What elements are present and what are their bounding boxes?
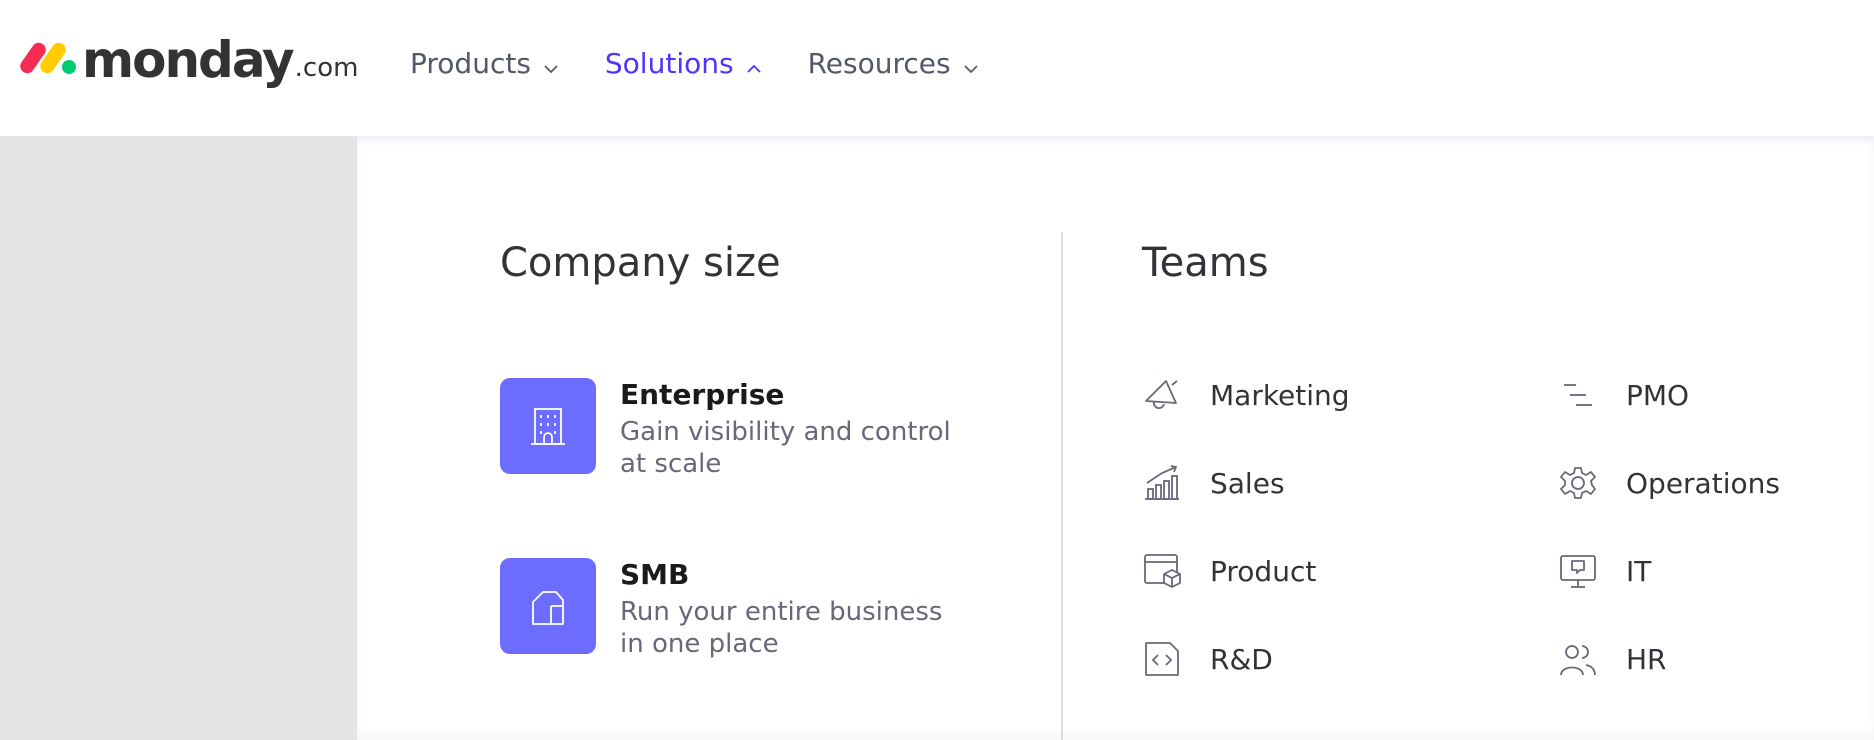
lines-icon	[1558, 375, 1598, 415]
team-label-product: Product	[1210, 554, 1317, 588]
enterprise-card[interactable]: Enterprise Gain visibility and control a…	[500, 378, 960, 480]
smb-text: SMB Run your entire business in one plac…	[620, 558, 960, 660]
team-label-hr: HR	[1626, 642, 1667, 676]
chevron-up-icon	[744, 53, 764, 73]
nav-products-label: Products	[410, 46, 531, 80]
smb-description: Run your entire business in one place	[620, 597, 943, 659]
logo-wordmark: monday	[82, 31, 295, 89]
team-item-sales[interactable]: Sales	[1142, 463, 1285, 503]
nav-solutions-label: Solutions	[604, 46, 734, 80]
smb-title: SMB	[620, 558, 690, 591]
enterprise-title: Enterprise	[620, 378, 785, 411]
chevron-down-icon	[541, 53, 561, 74]
enterprise-text: Enterprise Gain visibility and control a…	[620, 378, 960, 480]
monday-logo[interactable]: monday .com	[17, 30, 359, 90]
page-backdrop	[0, 136, 357, 740]
monitor-icon	[1558, 551, 1598, 591]
nav-products[interactable]: Products	[410, 42, 561, 84]
monday-logo-mark-icon	[17, 38, 76, 78]
team-item-product[interactable]: Product	[1142, 551, 1316, 591]
nav-solutions[interactable]: Solutions	[605, 42, 764, 84]
team-item-hr[interactable]: HR	[1558, 639, 1667, 679]
team-label-sales: Sales	[1210, 466, 1285, 500]
team-label-rnd: R&D	[1210, 642, 1273, 676]
team-label-marketing: Marketing	[1210, 378, 1350, 412]
house-icon	[500, 558, 596, 654]
megaphone-icon	[1142, 375, 1182, 415]
people-icon	[1558, 639, 1598, 679]
main-nav: Products Solutions Resources	[410, 42, 1025, 84]
panel-shadow	[357, 136, 1874, 146]
code-file-icon	[1142, 639, 1182, 679]
top-header: monday .com Products Solutions Resources	[0, 0, 1874, 136]
growth-chart-icon	[1142, 463, 1182, 503]
team-label-it: IT	[1626, 554, 1652, 588]
team-item-marketing[interactable]: Marketing	[1142, 375, 1350, 415]
building-icon	[500, 378, 596, 474]
smb-card[interactable]: SMB Run your entire business in one plac…	[500, 558, 960, 660]
team-label-operations: Operations	[1626, 466, 1780, 500]
enterprise-description: Gain visibility and control at scale	[620, 417, 951, 479]
team-item-rnd[interactable]: R&D	[1142, 639, 1273, 679]
team-label-pmo: PMO	[1626, 378, 1690, 412]
nav-resources[interactable]: Resources	[808, 42, 981, 84]
product-box-icon	[1142, 551, 1182, 591]
team-item-operations[interactable]: Operations	[1558, 463, 1780, 503]
team-item-pmo[interactable]: PMO	[1558, 375, 1689, 415]
logo-suffix: .com	[294, 53, 359, 83]
chevron-down-icon	[961, 53, 981, 74]
gear-icon	[1558, 463, 1598, 503]
nav-resources-label: Resources	[807, 46, 951, 80]
team-item-it[interactable]: IT	[1558, 551, 1651, 591]
